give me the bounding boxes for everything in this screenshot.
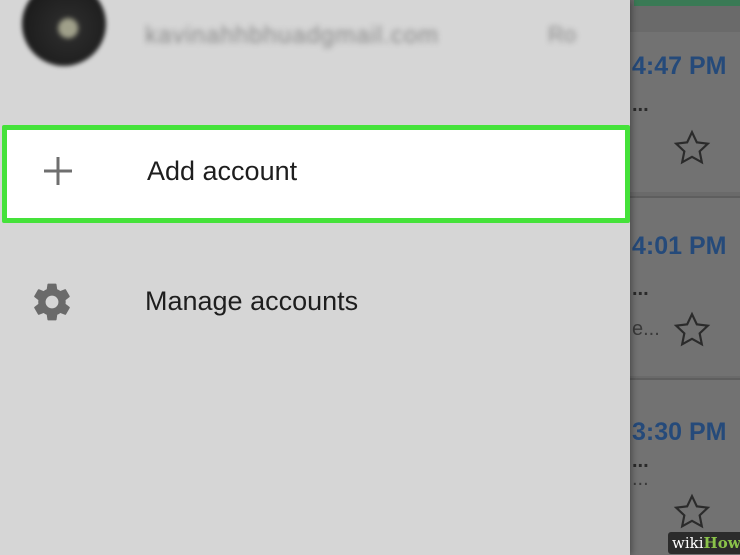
mail-sender: ...	[632, 278, 649, 300]
manage-accounts-label: Manage accounts	[145, 286, 359, 316]
mail-row-2[interactable]: 4:01 PM ... e...	[630, 198, 740, 376]
star-outline-icon[interactable]	[672, 310, 712, 350]
manage-accounts-button[interactable]: Manage accounts	[0, 260, 630, 344]
account-email: kavinahhbhuadgmail.com	[145, 22, 440, 49]
watermark-part2: How	[703, 534, 740, 552]
avatar[interactable]	[22, 0, 106, 66]
star-outline-icon[interactable]	[672, 128, 712, 168]
mail-snippet: ...	[632, 468, 649, 490]
mail-time: 4:01 PM	[632, 232, 727, 260]
star-outline-icon[interactable]	[672, 492, 712, 532]
watermark-logo: wikiHow	[668, 532, 740, 554]
plus-icon	[44, 157, 72, 185]
mail-row-3[interactable]: 3:30 PM ... ...	[630, 380, 740, 555]
mail-sender: ...	[632, 94, 649, 116]
watermark-part1: wiki	[672, 534, 704, 552]
gear-icon	[34, 283, 70, 321]
mail-snippet: e...	[632, 318, 660, 340]
add-account-button[interactable]: Add account	[2, 125, 630, 223]
mail-time: 3:30 PM	[632, 418, 727, 446]
add-account-label: Add account	[147, 156, 298, 186]
inbox-top-accent	[634, 0, 740, 6]
account-drawer: kavinahhbhuadgmail.com Ro Add account Ma…	[0, 0, 630, 555]
mail-time: 4:47 PM	[632, 52, 727, 80]
account-short-label: Ro	[548, 22, 577, 47]
mail-row-1[interactable]: 4:47 PM ...	[630, 32, 740, 192]
account-header[interactable]: kavinahhbhuadgmail.com Ro	[0, 0, 630, 90]
